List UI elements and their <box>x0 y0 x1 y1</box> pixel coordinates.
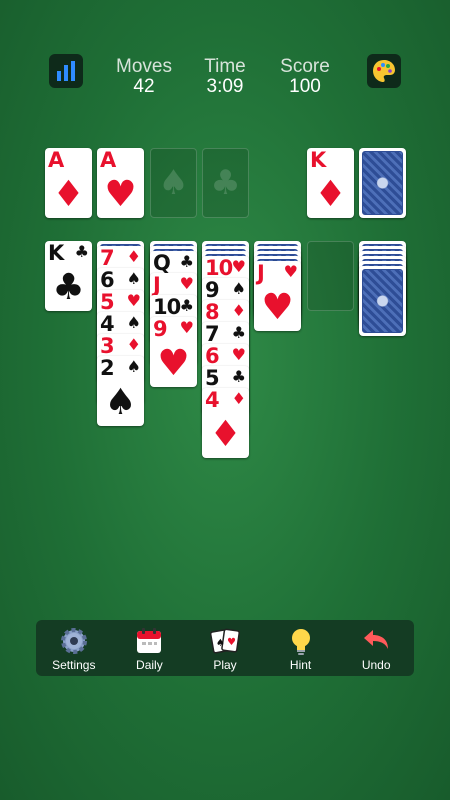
face-down-card <box>359 266 406 336</box>
card-rank: K <box>310 148 326 172</box>
theme-button[interactable] <box>367 54 401 88</box>
settings-label: Settings <box>52 658 96 672</box>
waste-card[interactable]: K ♦ <box>307 148 354 218</box>
card-suit-small: ♠ <box>126 313 141 332</box>
card-rank: 4 <box>100 312 115 336</box>
card-rank: J <box>257 261 265 285</box>
card-rank: 4 <box>205 388 220 412</box>
calendar-icon <box>137 628 162 653</box>
card-rank: 9 <box>153 317 168 341</box>
spade-icon: ♠ <box>158 163 189 203</box>
club-icon: ♣ <box>210 163 241 203</box>
card-rank: 5 <box>205 366 220 390</box>
card-rank: A <box>48 148 64 172</box>
card-suit-small: ♥ <box>179 274 194 293</box>
card-rank: 5 <box>100 290 115 314</box>
time-label: Time <box>204 56 246 77</box>
card-suit-small: ♥ <box>283 262 298 281</box>
tableau-card[interactable]: 9 ♥ ♥ <box>150 317 197 387</box>
play-button[interactable]: ♠ ♥ Play <box>190 620 260 676</box>
daily-button[interactable]: Daily <box>114 620 184 676</box>
foundation-slot-spades[interactable]: ♠ <box>150 148 197 218</box>
card-rank: 10 <box>205 256 233 280</box>
empty-tableau-slot[interactable] <box>307 241 354 311</box>
time-value: 3:09 <box>206 76 244 97</box>
card-rank: 9 <box>205 278 220 302</box>
card-suit: ♥ <box>157 343 190 384</box>
card-suit-small: ♦ <box>126 335 141 354</box>
tableau-card[interactable]: 4 ♦ ♦ <box>202 388 249 458</box>
palette-icon <box>373 60 395 82</box>
card-suit: ♦ <box>209 414 242 455</box>
settings-button[interactable]: Settings <box>39 620 109 676</box>
card-rank: Q <box>153 251 171 275</box>
gear-icon <box>60 628 87 654</box>
score-label: Score <box>280 56 330 77</box>
card-rank: K <box>48 241 64 265</box>
card-rank: J <box>153 273 161 297</box>
bar-chart-icon <box>57 61 75 81</box>
undo-arrow-icon <box>364 630 389 649</box>
card-rank: 6 <box>100 268 115 292</box>
card-suit-small: ♣ <box>231 367 246 386</box>
hint-button[interactable]: Hint <box>266 620 336 676</box>
card-suit-small: ♥ <box>179 318 194 337</box>
card-rank: 7 <box>205 322 220 346</box>
foundation-card[interactable]: A ♦ <box>45 148 92 218</box>
play-label: Play <box>213 658 237 672</box>
card-back-pattern <box>362 151 403 215</box>
card-rank: 2 <box>100 356 115 380</box>
card-rank: 3 <box>100 334 115 358</box>
cards-icon: ♠ ♥ <box>209 628 240 654</box>
card-rank: 8 <box>205 300 220 324</box>
tableau-card[interactable]: 2 ♠ ♠ <box>97 356 144 426</box>
svg-text:♥: ♥ <box>227 637 236 648</box>
score-stat: Score 100 <box>265 57 345 97</box>
tableau-card[interactable]: K ♣ ♣ <box>45 241 92 311</box>
card-suit-small: ♥ <box>231 257 246 276</box>
card-suit-small: ♣ <box>74 242 89 261</box>
foundation-slot-clubs[interactable]: ♣ <box>202 148 249 218</box>
svg-text:♠: ♠ <box>216 638 225 649</box>
card-suit-small: ♠ <box>231 279 246 298</box>
time-stat: Time 3:09 <box>185 57 265 97</box>
card-suit-small: ♣ <box>231 323 246 342</box>
lightbulb-icon <box>291 629 310 655</box>
stats-button[interactable] <box>49 54 83 88</box>
card-rank: A <box>100 148 116 172</box>
card-suit-small: ♦ <box>126 247 141 266</box>
undo-label: Undo <box>361 658 391 672</box>
card-suit: ♦ <box>52 174 85 215</box>
card-suit-small: ♣ <box>179 296 194 315</box>
card-suit-small: ♥ <box>231 345 246 364</box>
card-suit: ♥ <box>104 174 137 215</box>
card-suit-small: ♣ <box>179 252 194 271</box>
card-suit: ♠ <box>104 382 137 423</box>
card-suit-small: ♦ <box>231 389 246 408</box>
card-rank: 6 <box>205 344 220 368</box>
bottom-toolbar: Settings Daily ♠ ♥ Play Hint Undo <box>36 620 414 676</box>
card-suit-small: ♠ <box>126 357 141 376</box>
card-suit: ♣ <box>52 267 85 308</box>
card-rank: 10 <box>153 295 181 319</box>
moves-label: Moves <box>116 56 172 77</box>
card-rank: 7 <box>100 246 115 270</box>
moves-value: 42 <box>133 76 155 97</box>
card-suit: ♦ <box>314 174 347 215</box>
hint-label: Hint <box>289 658 312 672</box>
card-suit-small: ♦ <box>231 301 246 320</box>
tableau-card[interactable]: J ♥ ♥ <box>254 261 301 331</box>
card-suit-small: ♥ <box>126 291 141 310</box>
score-value: 100 <box>289 76 321 97</box>
moves-stat: Moves 42 <box>104 57 184 97</box>
stock-pile[interactable] <box>359 148 406 218</box>
card-suit-small: ♠ <box>126 269 141 288</box>
foundation-card[interactable]: A ♥ <box>97 148 144 218</box>
undo-button[interactable]: Undo <box>341 620 411 676</box>
card-suit: ♥ <box>261 287 294 328</box>
card-back-pattern <box>362 269 403 333</box>
daily-label: Daily <box>136 658 163 672</box>
